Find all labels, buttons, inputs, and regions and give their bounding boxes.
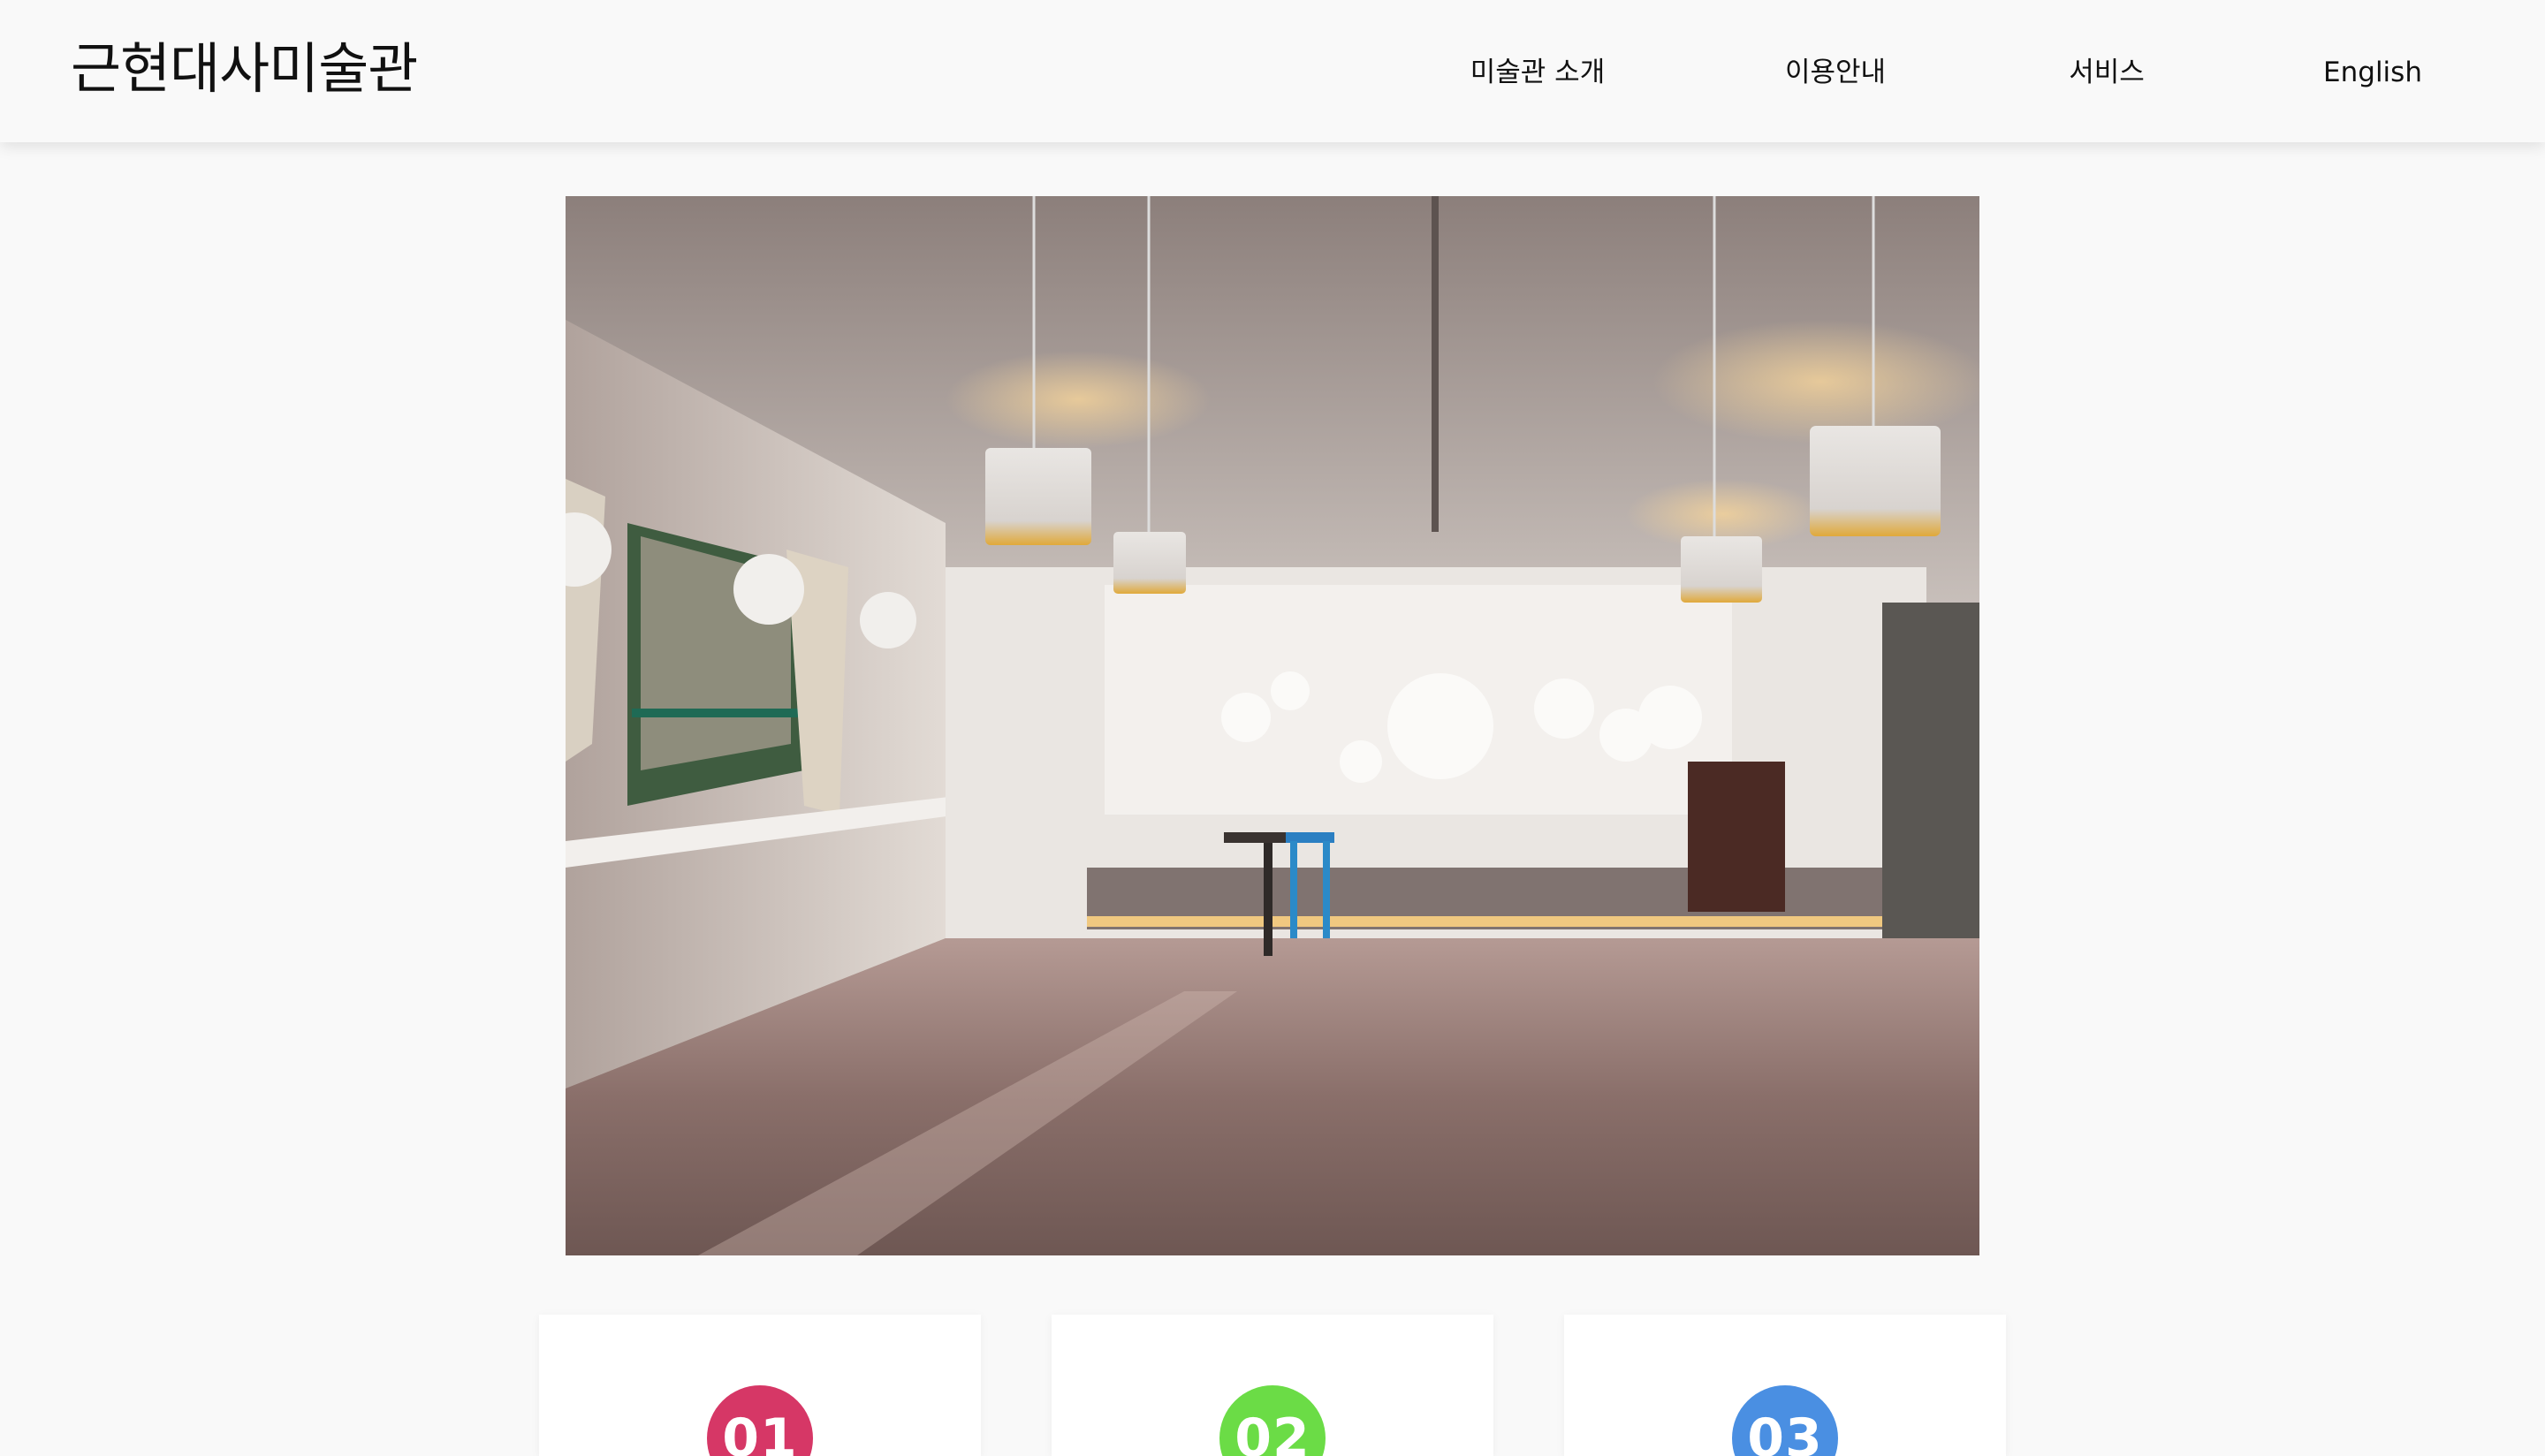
nav-item-about[interactable]: 미술관 소개 [1470, 51, 1605, 94]
nav-item-english[interactable]: English [2323, 51, 2422, 94]
hero-image [566, 196, 1979, 1255]
main-nav: 미술관 소개 이용안내 서비스 English [0, 51, 2545, 94]
number-badge: 02 [1219, 1385, 1326, 1456]
number-badge: 01 [707, 1385, 813, 1456]
feature-card: 02 [1052, 1315, 1493, 1456]
nav-item-guide[interactable]: 이용안내 [1785, 51, 1886, 94]
feature-card: 03 [1564, 1315, 2006, 1456]
feature-card: 01 [539, 1315, 981, 1456]
number-badge: 03 [1732, 1385, 1838, 1456]
nav-item-services[interactable]: 서비스 [2069, 51, 2145, 94]
site-header: 근현대사미술관 미술관 소개 이용안내 서비스 English [0, 0, 2545, 142]
